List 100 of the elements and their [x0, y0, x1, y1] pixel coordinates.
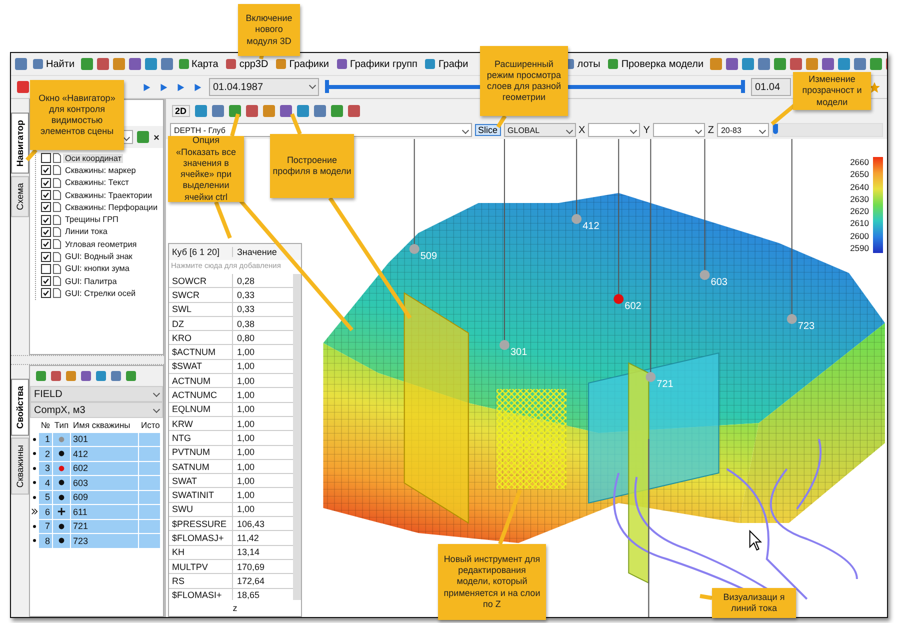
tool-icon[interactable] [96, 58, 109, 70]
playback-icon[interactable] [192, 82, 203, 92]
table-row[interactable]: 4 603 [30, 476, 163, 490]
table-cell-text: 1,00 [236, 346, 255, 359]
panel-splitter[interactable] [11, 355, 164, 365]
side-tab[interactable]: Схема [11, 176, 29, 217]
transparency-slider[interactable] [772, 123, 883, 137]
table-cell-text: 0,33 [236, 288, 255, 302]
tool-icon[interactable] [80, 58, 93, 70]
grid-dropdown[interactable]: GLOBAL [504, 123, 576, 137]
colorbar-label: 2610 [850, 218, 869, 228]
tree-item[interactable]: Скважины: Текст [63, 178, 131, 188]
tool-icon[interactable] [870, 58, 882, 70]
table-row[interactable]: 7 721 [30, 520, 163, 534]
tree-item[interactable]: Линии тока [63, 227, 110, 236]
column-header[interactable]: Тип [53, 418, 71, 432]
tool-icon[interactable] [822, 58, 834, 70]
toolbar-button[interactable]: Графи [423, 58, 470, 70]
field-dropdown[interactable]: FIELD [30, 386, 163, 402]
tree-item[interactable]: GUI: Стрелки осей [63, 288, 138, 298]
checkbox[interactable] [41, 178, 51, 188]
tool-icon[interactable] [280, 105, 292, 117]
tool-icon[interactable] [246, 105, 258, 117]
tree-item[interactable]: GUI: кнопки зума [63, 264, 132, 274]
mode-button[interactable]: 2D [172, 105, 190, 117]
column-header[interactable]: Имя скважины [71, 418, 139, 432]
tool-icon[interactable] [160, 58, 173, 70]
table-row[interactable]: 2 412 [30, 447, 163, 462]
x-dropdown[interactable] [588, 123, 640, 137]
unit-dropdown[interactable]: CompX, м3 [30, 402, 163, 418]
tool-icon[interactable] [330, 105, 343, 117]
tool-icon[interactable] [838, 58, 850, 70]
checkbox[interactable] [41, 165, 51, 176]
property-dropdown[interactable]: DEPTH - Глуб [170, 123, 472, 137]
tool-icon[interactable] [262, 105, 275, 117]
tool-icon[interactable] [228, 105, 241, 117]
tool-icon[interactable] [212, 105, 224, 117]
tree-item[interactable]: GUI: Палитра [63, 276, 119, 286]
tool-icon[interactable] [194, 105, 207, 117]
column-header[interactable]: Исто [139, 418, 161, 432]
date-field[interactable]: 01.04 [751, 78, 791, 96]
playback-icon[interactable] [158, 82, 169, 92]
tree-item[interactable]: Трещины ГРП [63, 215, 120, 224]
tool-icon[interactable] [128, 58, 141, 70]
tool-icon[interactable] [790, 58, 802, 70]
toolbar-button[interactable]: Графики [274, 58, 331, 70]
tool-icon[interactable] [314, 105, 326, 117]
tree-item[interactable]: Скважины: маркер [63, 166, 138, 175]
tree-item[interactable]: Скважины: Перфорации [63, 202, 160, 212]
checkbox[interactable] [41, 288, 51, 298]
star-icon[interactable] [868, 80, 881, 94]
checkbox[interactable] [41, 239, 51, 250]
checkbox[interactable] [41, 252, 51, 262]
playback-icon[interactable] [175, 82, 186, 92]
playback-icon[interactable] [141, 82, 152, 92]
tool-icon[interactable] [296, 105, 309, 117]
slice-button[interactable]: Slice [475, 124, 501, 136]
column-header[interactable]: Значение [233, 247, 277, 257]
well-label: 723 [798, 321, 815, 332]
toolbar-button[interactable]: Графики групп [334, 58, 420, 70]
side-tab[interactable]: Свойства [11, 379, 29, 436]
tool-icon[interactable] [806, 58, 818, 70]
checkbox[interactable] [41, 264, 51, 274]
tree-item[interactable]: Оси координат [63, 154, 124, 163]
side-tab[interactable]: Навигатор [11, 113, 29, 174]
tool-icon[interactable] [774, 58, 786, 70]
checkbox[interactable] [41, 214, 51, 225]
tool-icon[interactable] [726, 58, 738, 70]
side-tab[interactable]: Скважины [11, 438, 29, 494]
tool-icon[interactable] [710, 58, 722, 70]
toolbar-button[interactable]: Найти [31, 58, 77, 70]
checkbox[interactable] [41, 226, 51, 237]
tool-icon[interactable] [742, 58, 754, 70]
close-icon[interactable] [153, 132, 160, 142]
toolbar-button[interactable]: Карта [176, 58, 220, 70]
tool-icon[interactable] [854, 58, 866, 70]
date-field[interactable]: 01.04.1987 [209, 78, 319, 96]
tool-icon[interactable] [112, 58, 125, 70]
toolbar-button[interactable]: Проверка модели [606, 58, 706, 70]
tree-item[interactable]: Угловая геометрия [63, 240, 139, 249]
table-row[interactable]: 6 611 [30, 505, 163, 520]
table-row[interactable]: 8 723 [30, 534, 163, 548]
checkbox[interactable] [41, 202, 51, 212]
table-row[interactable]: 5 609 [30, 490, 163, 505]
tree-item[interactable]: Скважины: Траектории [63, 190, 154, 200]
tool-icon[interactable] [348, 105, 360, 117]
table-row[interactable]: 1 301 [30, 432, 163, 447]
checkbox[interactable] [41, 153, 51, 164]
y-dropdown[interactable] [652, 123, 705, 137]
table-row[interactable]: 3 602 [30, 462, 163, 476]
tree-item[interactable]: GUI: Водный знак [63, 252, 134, 262]
z-dropdown[interactable]: 20-83 [716, 123, 769, 137]
column-header[interactable]: Куб [6 1 20] [169, 247, 233, 257]
toolbar-button[interactable]: cpp3D [224, 58, 270, 70]
checkbox[interactable] [41, 190, 51, 200]
tool-icon[interactable] [758, 58, 770, 70]
checkbox[interactable] [41, 276, 51, 286]
table-cell-text: 106,43 [236, 518, 265, 530]
column-header[interactable]: № [39, 418, 53, 432]
tool-icon[interactable] [144, 58, 157, 70]
